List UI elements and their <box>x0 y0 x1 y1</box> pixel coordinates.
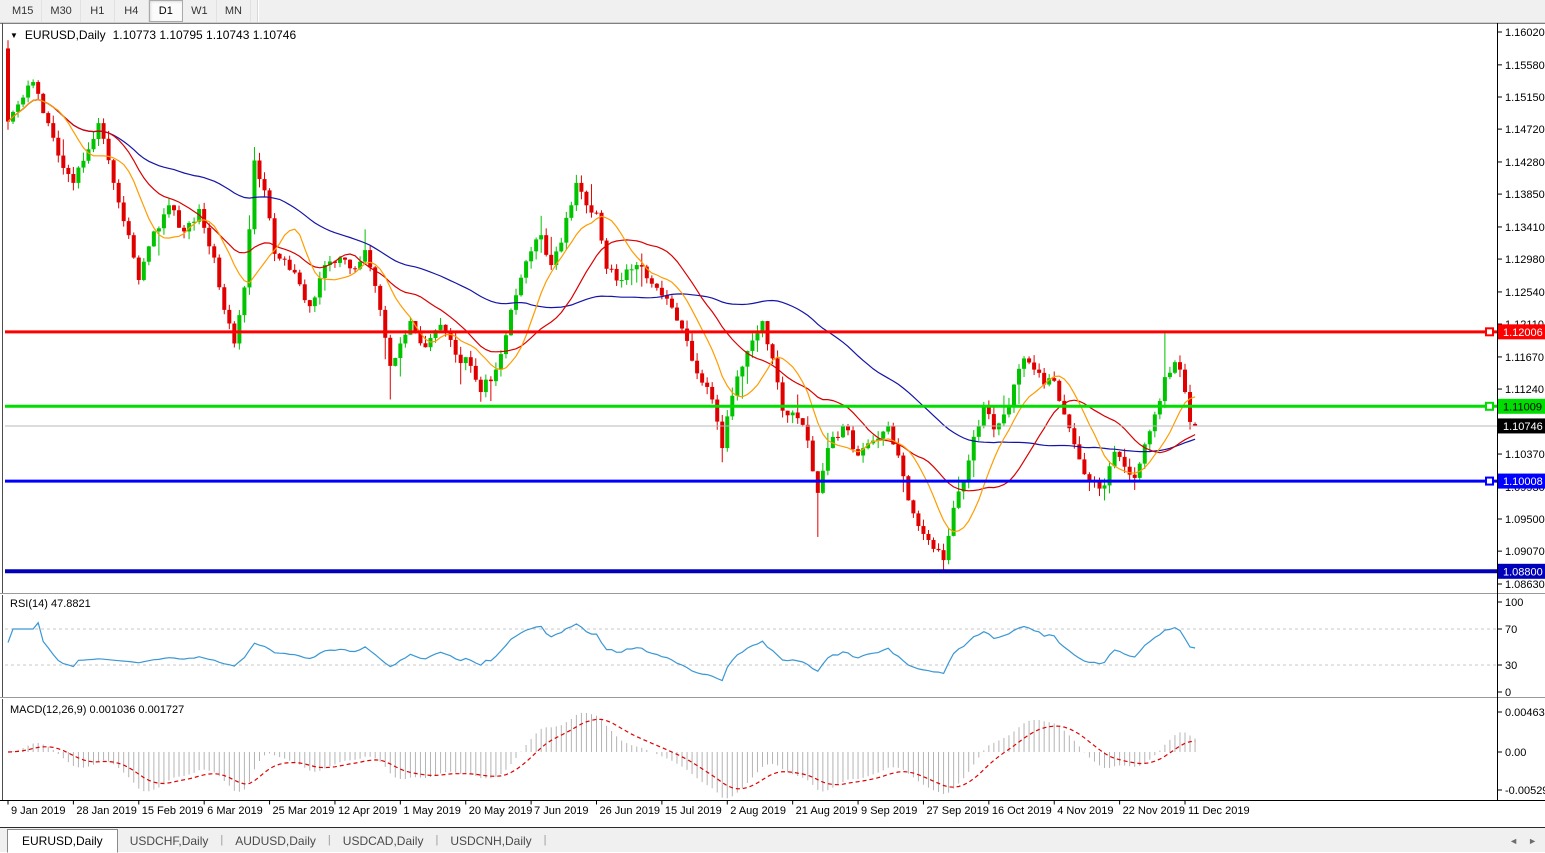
svg-text:9 Jan 2019: 9 Jan 2019 <box>11 805 65 817</box>
svg-text:30: 30 <box>1505 660 1517 672</box>
tab-eurusd[interactable]: EURUSD,Daily <box>7 829 118 853</box>
svg-text:1.09500: 1.09500 <box>1505 514 1545 526</box>
chart-plot-area[interactable]: 9 Jan 2019 28 Jan 2019 15 Feb 20196 Mar 20… <box>0 23 1545 828</box>
svg-text:100: 100 <box>1505 597 1523 609</box>
hline-handle[interactable] <box>1486 478 1493 485</box>
svg-text:1.15150: 1.15150 <box>1505 92 1545 104</box>
timeframe-button-h4[interactable]: H4 <box>115 0 149 22</box>
svg-text:1.12006: 1.12006 <box>1503 327 1543 339</box>
timeframe-button-h1[interactable]: H1 <box>81 0 115 22</box>
tab-usdcad[interactable]: USDCAD,Daily <box>331 831 436 852</box>
svg-text:0.00: 0.00 <box>1505 747 1526 759</box>
svg-text:12 Apr 2019: 12 Apr 2019 <box>338 805 397 817</box>
chevron-down-icon[interactable]: ▼ <box>10 31 18 40</box>
svg-text:4 Nov 2019: 4 Nov 2019 <box>1057 805 1113 817</box>
tab-scroll-right-icon[interactable]: ► <box>1528 836 1537 846</box>
timeframe-button-m15[interactable]: M15 <box>4 0 42 22</box>
svg-text:1.12540: 1.12540 <box>1505 287 1545 299</box>
svg-text:1.11670: 1.11670 <box>1505 352 1544 364</box>
svg-text:1.08800: 1.08800 <box>1503 566 1543 578</box>
svg-text:16 Oct 2019: 16 Oct 2019 <box>992 805 1052 817</box>
svg-text:70: 70 <box>1505 624 1517 636</box>
svg-text:1 May 2019: 1 May 2019 <box>403 805 460 817</box>
svg-text:1.10370: 1.10370 <box>1505 449 1545 461</box>
hline-handle[interactable] <box>1486 328 1493 335</box>
chart-title: ▼ EURUSD,Daily 1.10773 1.10795 1.10743 1… <box>10 28 296 42</box>
svg-text:0.00463: 0.00463 <box>1505 707 1545 719</box>
toolbar-separator <box>257 0 259 22</box>
rsi-label: RSI(14) 47.8821 <box>10 598 91 610</box>
timeframe-button-w1[interactable]: W1 <box>183 0 217 22</box>
hline-handle[interactable] <box>1486 403 1493 410</box>
svg-text:1.11009: 1.11009 <box>1503 401 1542 413</box>
svg-text:1.12980: 1.12980 <box>1505 254 1545 266</box>
svg-text:27 Sep 2019: 27 Sep 2019 <box>926 805 988 817</box>
tab-usdcnh[interactable]: USDCNH,Daily <box>438 831 543 852</box>
svg-text:25 Mar 2019: 25 Mar 2019 <box>273 805 335 817</box>
svg-text:28 Jan 2019: 28 Jan 2019 <box>76 805 137 817</box>
chart-tab-bar: EURUSD,DailyUSDCHF,Daily|AUDUSD,Daily|US… <box>0 827 1545 852</box>
svg-text:1.10008: 1.10008 <box>1503 476 1543 488</box>
svg-text:20 May 2019: 20 May 2019 <box>469 805 533 817</box>
svg-text:7 Jun 2019: 7 Jun 2019 <box>534 805 588 817</box>
tab-usdchf[interactable]: USDCHF,Daily <box>118 831 221 852</box>
svg-text:15 Jul 2019: 15 Jul 2019 <box>665 805 722 817</box>
timeframe-button-d1[interactable]: D1 <box>149 0 183 22</box>
svg-text:1.08630: 1.08630 <box>1505 579 1545 591</box>
svg-text:0: 0 <box>1505 687 1511 699</box>
svg-text:2 Aug 2019: 2 Aug 2019 <box>730 805 786 817</box>
svg-text:1.13850: 1.13850 <box>1505 189 1545 201</box>
timeframe-toolbar: M15M30H1H4D1W1MN <box>0 0 1545 23</box>
timeframe-button-m30[interactable]: M30 <box>42 0 80 22</box>
svg-text:1.13410: 1.13410 <box>1505 222 1545 234</box>
svg-text:11 Dec 2019: 11 Dec 2019 <box>1188 805 1250 817</box>
svg-text:26 Jun 2019: 26 Jun 2019 <box>600 805 661 817</box>
tab-separator: | <box>544 834 547 846</box>
svg-text:21 Aug 2019: 21 Aug 2019 <box>796 805 858 817</box>
macd-label: MACD(12,26,9) 0.001036 0.001727 <box>10 704 184 716</box>
svg-text:1.11240: 1.11240 <box>1505 384 1544 396</box>
chart-ohlc-values: 1.10773 1.10795 1.10743 1.10746 <box>113 28 297 42</box>
svg-text:9 Sep 2019: 9 Sep 2019 <box>861 805 917 817</box>
tab-scroll-left-icon[interactable]: ◄ <box>1509 836 1518 846</box>
chart-symbol-label: EURUSD,Daily <box>25 28 106 42</box>
mt4-chart-screen: { "toolbar": { "timeframes": [ {"label":… <box>0 0 1545 852</box>
timeframe-button-mn[interactable]: MN <box>217 0 251 22</box>
svg-text:1.14280: 1.14280 <box>1505 157 1545 169</box>
tab-scroll-arrows: ◄► <box>1509 836 1537 846</box>
tab-audusd[interactable]: AUDUSD,Daily <box>223 831 328 852</box>
svg-text:15 Feb 2019: 15 Feb 2019 <box>142 805 204 817</box>
svg-text:6 Mar 2019: 6 Mar 2019 <box>207 805 263 817</box>
svg-text:1.15580: 1.15580 <box>1505 60 1545 72</box>
svg-text:1.09070: 1.09070 <box>1505 546 1545 558</box>
svg-text:1.10746: 1.10746 <box>1503 421 1543 433</box>
svg-text:1.14720: 1.14720 <box>1505 124 1545 136</box>
svg-text:1.16020: 1.16020 <box>1505 27 1545 39</box>
svg-text:22 Nov 2019: 22 Nov 2019 <box>1123 805 1185 817</box>
svg-text:-0.005299: -0.005299 <box>1505 785 1545 797</box>
